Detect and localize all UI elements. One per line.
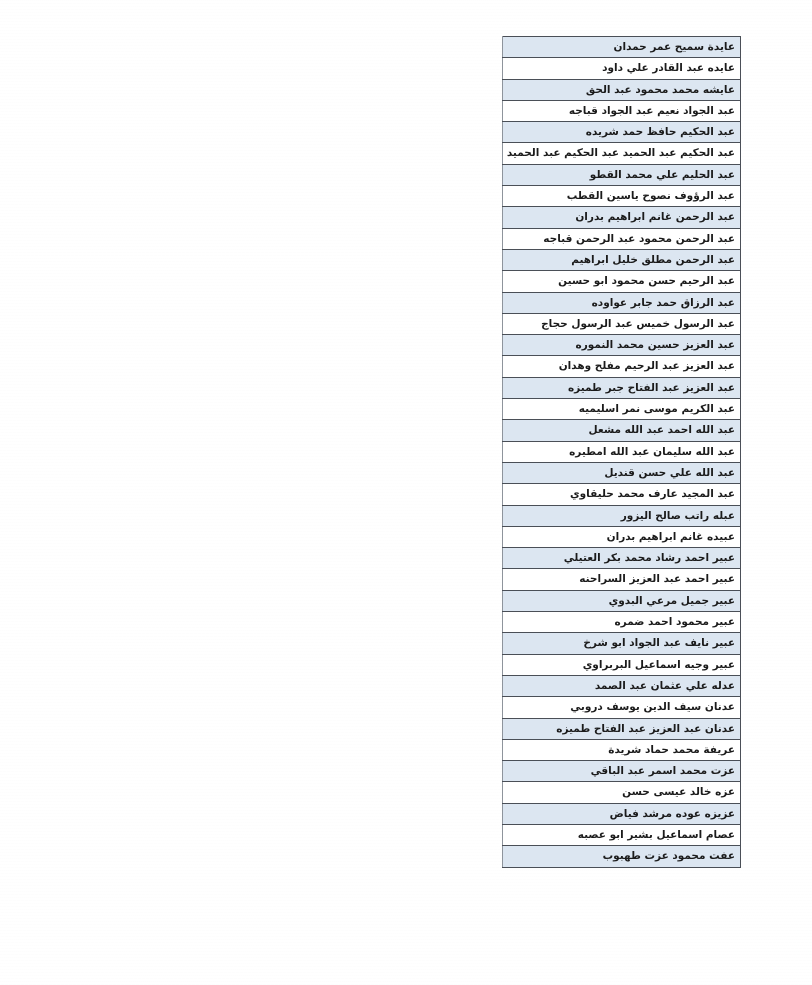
name-cell: عبد الجواد نعيم عبد الجواد قباجه bbox=[502, 99, 741, 123]
name-cell: عبد الرسول خميس عبد الرسول حجاج bbox=[502, 312, 741, 336]
name-cell: عدنان سيف الدين يوسف دروبي bbox=[502, 696, 741, 719]
name-cell: عبد الحكيم حافظ حمد شريده bbox=[502, 121, 741, 144]
name-cell: عبير محمود احمد ضمره bbox=[502, 611, 741, 634]
table-row: عبد الله احمد عبد الله مشعل bbox=[502, 419, 741, 442]
table-row: عبد الرحيم حسن محمود ابو حسين bbox=[502, 270, 741, 293]
table-row: عبد العزيز حسين محمد النموره bbox=[502, 334, 741, 357]
table-row: عبد الرحمن غانم ابراهيم بدران bbox=[502, 206, 741, 229]
name-cell: عبد الله سليمان عبد الله امطيره bbox=[502, 440, 741, 463]
name-cell: عدله علي عثمان عبد الصمد bbox=[502, 674, 741, 698]
table-row: عبد الحكيم عبد الحميد عبد الحكيم عبد الح… bbox=[502, 142, 741, 165]
table-row: عزيزه عوده مرشد فياض bbox=[502, 802, 741, 825]
name-cell: عبد الرحيم حسن محمود ابو حسين bbox=[502, 270, 741, 293]
name-cell: عبد الحكيم عبد الحميد عبد الحكيم عبد الح… bbox=[502, 142, 741, 165]
table-row: عبد الحليم علي محمد القطو bbox=[502, 163, 741, 187]
name-cell: عبد الله احمد عبد الله مشعل bbox=[502, 419, 741, 442]
name-cell: عبد الكريم موسى نمر اسليميه bbox=[502, 398, 741, 421]
name-cell: عبد الرؤوف نصوح ياسين القطب bbox=[502, 185, 741, 208]
name-cell: عبد العزيز حسين محمد النموره bbox=[502, 334, 741, 357]
name-cell: عدنان عبد العزيز عبد الفتاح طميزه bbox=[502, 717, 741, 740]
table-row: عايدة سميح عمر حمدان bbox=[502, 35, 741, 59]
name-cell: عزيزه عوده مرشد فياض bbox=[502, 802, 741, 825]
table-row: عزه خالد عيسى حسن bbox=[502, 781, 741, 804]
name-cell: عبد العزيز عبد الرحيم مفلح وهدان bbox=[502, 355, 741, 378]
name-cell: عبيده غانم ابراهيم بدران bbox=[502, 525, 741, 549]
name-cell: عبير احمد رشاد محمد بكر العتيلي bbox=[502, 547, 741, 570]
name-cell: عبد الرزاق حمد جابر عواوده bbox=[502, 291, 741, 314]
table-row: عبد الله سليمان عبد الله امطيره bbox=[502, 440, 741, 463]
name-cell: عايده عبد القادر علي داود bbox=[502, 57, 741, 80]
table-row: عزت محمد اسمر عبد الباقي bbox=[502, 760, 741, 783]
table-row: عبد الرسول خميس عبد الرسول حجاج bbox=[502, 312, 741, 336]
table-row: عبد الكريم موسى نمر اسليميه bbox=[502, 398, 741, 421]
table-row: عبد الرحمن مطلق خليل ابراهيم bbox=[502, 248, 741, 272]
name-cell: عبد الله علي حسن قنديل bbox=[502, 461, 741, 485]
table-row: عدنان عبد العزيز عبد الفتاح طميزه bbox=[502, 717, 741, 740]
name-cell: عزت محمد اسمر عبد الباقي bbox=[502, 760, 741, 783]
table-row: عبد العزيز عبد الرحيم مفلح وهدان bbox=[502, 355, 741, 378]
names-table-body: عايدة سميح عمر حمدان عايده عبد القادر علي… bbox=[502, 35, 741, 868]
table-row: عصام اسماعيل بشير ابو عصبه bbox=[502, 823, 741, 847]
name-cell: عبد الرحمن محمود عبد الرحمن قباجه bbox=[502, 227, 741, 250]
table-row: عبد الله علي حسن قنديل bbox=[502, 461, 741, 485]
table-row: عبد الرزاق حمد جابر عواوده bbox=[502, 291, 741, 314]
table-row: عفت محمود عزت طهبوب bbox=[502, 845, 741, 868]
table-row: عبير نايف عبد الجواد ابو شرخ bbox=[502, 632, 741, 655]
name-cell: عبد الرحمن غانم ابراهيم بدران bbox=[502, 206, 741, 229]
name-cell: عبد الحليم علي محمد القطو bbox=[502, 163, 741, 187]
table-row: عبيده غانم ابراهيم بدران bbox=[502, 525, 741, 549]
table-row: عبد الحكيم حافظ حمد شريده bbox=[502, 121, 741, 144]
table-row: عريفة محمد حماد شريدة bbox=[502, 738, 741, 762]
name-cell: عبد الرحمن مطلق خليل ابراهيم bbox=[502, 248, 741, 272]
name-cell: عبير وجيه اسماعيل البربراوي bbox=[502, 653, 741, 676]
name-cell: عايشه محمد محمود عبد الحق bbox=[502, 78, 741, 101]
name-cell: عبله راتب صالح اليزور bbox=[502, 504, 741, 527]
name-cell: عبير جميل مرعي البدوي bbox=[502, 589, 741, 613]
name-cell: عفت محمود عزت طهبوب bbox=[502, 845, 741, 868]
name-cell: عايدة سميح عمر حمدان bbox=[502, 35, 741, 59]
table-row: عبد الجواد نعيم عبد الجواد قباجه bbox=[502, 99, 741, 123]
table-row: عبير احمد عبد العزيز السراحنه bbox=[502, 568, 741, 591]
names-table: عايدة سميح عمر حمدان عايده عبد القادر علي… bbox=[502, 35, 741, 868]
table-row: عبد الرؤوف نصوح ياسين القطب bbox=[502, 185, 741, 208]
name-cell: عبير احمد عبد العزيز السراحنه bbox=[502, 568, 741, 591]
table-row: عبد المجيد عارف محمد حليقاوي bbox=[502, 483, 741, 506]
name-cell: عبير نايف عبد الجواد ابو شرخ bbox=[502, 632, 741, 655]
table-row: عبد الرحمن محمود عبد الرحمن قباجه bbox=[502, 227, 741, 250]
table-row: عبله راتب صالح اليزور bbox=[502, 504, 741, 527]
table-row: عدنان سيف الدين يوسف دروبي bbox=[502, 696, 741, 719]
name-cell: عزه خالد عيسى حسن bbox=[502, 781, 741, 804]
table-row: عايشه محمد محمود عبد الحق bbox=[502, 78, 741, 101]
name-cell: عصام اسماعيل بشير ابو عصبه bbox=[502, 823, 741, 847]
table-row: عبير احمد رشاد محمد بكر العتيلي bbox=[502, 547, 741, 570]
name-cell: عبد العزيز عبد الفتاح جبر طميزه bbox=[502, 376, 741, 400]
table-row: عبير محمود احمد ضمره bbox=[502, 611, 741, 634]
name-cell: عبد المجيد عارف محمد حليقاوي bbox=[502, 483, 741, 506]
names-table-container: عايدة سميح عمر حمدان عايده عبد القادر علي… bbox=[502, 35, 741, 868]
table-row: عبير جميل مرعي البدوي bbox=[502, 589, 741, 613]
name-cell: عريفة محمد حماد شريدة bbox=[502, 738, 741, 762]
table-row: عبد العزيز عبد الفتاح جبر طميزه bbox=[502, 376, 741, 400]
table-row: عدله علي عثمان عبد الصمد bbox=[502, 674, 741, 698]
table-row: عايده عبد القادر علي داود bbox=[502, 57, 741, 80]
table-row: عبير وجيه اسماعيل البربراوي bbox=[502, 653, 741, 676]
